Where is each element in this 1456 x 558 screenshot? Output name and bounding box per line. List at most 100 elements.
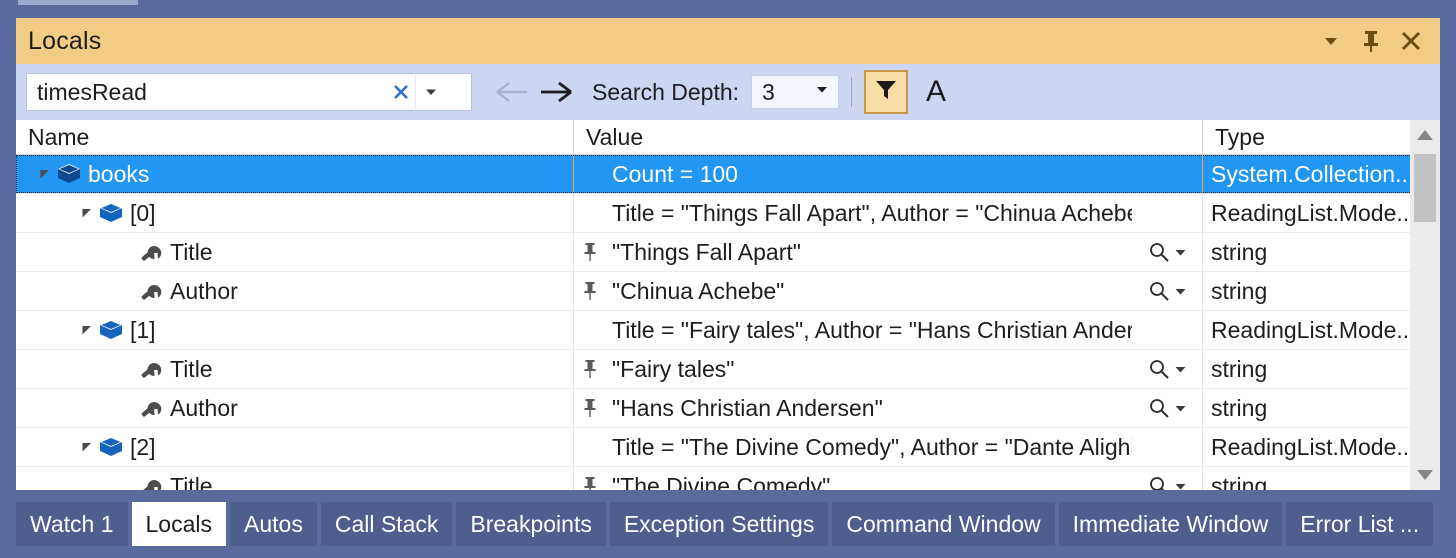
cell-value[interactable]: "Fairy tales" (573, 350, 1202, 388)
table-row[interactable]: [1] Title = "Fairy tales", Author = "Hans… (16, 311, 1440, 350)
cell-value[interactable]: Title = "The Divine Comedy", Author = "D… (573, 428, 1202, 466)
variable-value-label: "The Divine Comedy" (612, 472, 831, 491)
tab-watch-1[interactable]: Watch 1 (16, 502, 128, 546)
search-options-chevron-down-icon[interactable] (415, 74, 445, 110)
cell-value[interactable]: "Things Fall Apart" (573, 233, 1202, 271)
variable-type-label: ReadingList.Mode... (1211, 199, 1412, 226)
title-bar-buttons (1316, 26, 1440, 56)
cell-value[interactable]: "Hans Christian Andersen" (573, 389, 1202, 427)
table-row[interactable]: [0] Title = "Things Fall Apart", Author =… (16, 194, 1440, 233)
variables-grid: Name Value Type books Count = 100 System.C… (16, 120, 1440, 490)
node-icon-wrap (138, 475, 164, 490)
window-menu-button[interactable] (1316, 26, 1346, 56)
variable-type-label: string (1211, 355, 1268, 382)
wrench-icon (139, 241, 163, 263)
tab-autos[interactable]: Autos (230, 502, 317, 546)
node-icon-wrap (98, 319, 124, 341)
pin-icon (583, 281, 597, 301)
row-expander-expanded-icon[interactable] (34, 167, 56, 181)
cell-name[interactable]: [2] (16, 428, 573, 466)
table-row[interactable]: Title "Fairy tales" string (16, 350, 1440, 389)
object-box-icon (99, 319, 123, 341)
cell-value[interactable]: Count = 100 (573, 155, 1202, 193)
table-row[interactable]: Title "The Divine Comedy" string (16, 467, 1440, 490)
value-visualizer-tools[interactable] (1132, 358, 1202, 380)
variable-name-label: [2] (130, 433, 156, 460)
variable-value-label: Title = "The Divine Comedy", Author = "D… (612, 433, 1132, 460)
vertical-scrollbar[interactable] (1410, 120, 1440, 490)
pin-to-source-icon[interactable] (574, 359, 606, 379)
table-row[interactable]: Title "Things Fall Apart" string (16, 233, 1440, 272)
search-depth-select[interactable]: 3 (751, 75, 840, 109)
cell-name[interactable]: [1] (16, 311, 573, 349)
variable-value-label: Title = "Fairy tales", Author = "Hans Ch… (612, 316, 1132, 343)
page-title: Locals (28, 26, 102, 55)
tab-breakpoints[interactable]: Breakpoints (456, 502, 606, 546)
clear-x-icon[interactable] (387, 74, 415, 110)
chevron-down-icon (815, 83, 829, 102)
cell-type: System.Collection... (1202, 155, 1412, 193)
variable-value-label: Count = 100 (612, 160, 738, 187)
tab-locals[interactable]: Locals (131, 502, 226, 546)
tab-call-stack[interactable]: Call Stack (320, 502, 453, 546)
pin-to-source-icon[interactable] (574, 281, 606, 301)
cell-name[interactable]: books (16, 155, 573, 193)
variable-value-label: "Hans Christian Andersen" (612, 394, 883, 421)
column-header-value[interactable]: Value (573, 120, 1202, 154)
scroll-down-arrow-icon[interactable] (1410, 460, 1440, 490)
filter-toggle-button[interactable] (864, 70, 909, 114)
tab-error-list[interactable]: Error List ... (1286, 502, 1434, 546)
tab-command-window[interactable]: Command Window (832, 502, 1055, 546)
tab-exception-settings[interactable]: Exception Settings (609, 502, 829, 546)
search-previous-arrow-left-icon[interactable] (490, 72, 534, 112)
cell-name[interactable]: Title (16, 467, 573, 490)
value-visualizer-tools[interactable] (1132, 241, 1202, 263)
cell-name[interactable]: Author (16, 272, 573, 310)
pin-window-button[interactable] (1356, 26, 1386, 56)
cell-value[interactable]: Title = "Things Fall Apart", Author = "C… (573, 194, 1202, 232)
scrollbar-thumb[interactable] (1414, 154, 1436, 222)
cell-value[interactable]: Title = "Fairy tales", Author = "Hans Ch… (573, 311, 1202, 349)
cell-value[interactable]: "Chinua Achebe" (573, 272, 1202, 310)
cell-type: string (1202, 467, 1412, 490)
variable-name-label: Title (170, 238, 213, 265)
search-input[interactable] (27, 74, 387, 110)
table-row[interactable]: Author "Hans Christian Andersen" string (16, 389, 1440, 428)
variable-type-label: System.Collection... (1211, 160, 1412, 187)
table-row[interactable]: [2] Title = "The Divine Comedy", Author =… (16, 428, 1440, 467)
cell-value[interactable]: "The Divine Comedy" (573, 467, 1202, 490)
value-visualizer-tools[interactable] (1132, 397, 1202, 419)
cell-name[interactable]: Author (16, 389, 573, 427)
pin-to-source-icon[interactable] (574, 398, 606, 418)
table-row[interactable]: Author "Chinua Achebe" string (16, 272, 1440, 311)
table-row[interactable]: books Count = 100 System.Collection... (16, 155, 1440, 194)
value-visualizer-tools[interactable] (1132, 475, 1202, 490)
cell-name[interactable]: Title (16, 233, 573, 271)
expander-expanded-icon (80, 440, 94, 454)
cell-name[interactable]: [0] (16, 194, 573, 232)
row-expander-expanded-icon[interactable] (76, 440, 98, 454)
column-header-name[interactable]: Name (16, 120, 573, 154)
object-box-icon (99, 202, 123, 224)
close-window-button[interactable] (1396, 26, 1426, 56)
search-next-arrow-right-icon[interactable] (534, 72, 578, 112)
value-visualizer-tools[interactable] (1132, 280, 1202, 302)
node-icon-wrap (98, 202, 124, 224)
row-expander-expanded-icon[interactable] (76, 206, 98, 220)
pin-to-source-icon[interactable] (574, 242, 606, 262)
tab-immediate-window[interactable]: Immediate Window (1058, 502, 1283, 546)
funnel-icon (874, 78, 898, 107)
search-box[interactable] (26, 73, 472, 111)
pin-to-source-icon[interactable] (574, 476, 606, 490)
variable-value-label: "Chinua Achebe" (612, 277, 785, 304)
row-expander-expanded-icon[interactable] (76, 323, 98, 337)
cell-name[interactable]: Title (16, 350, 573, 388)
node-icon-wrap (56, 163, 82, 185)
variable-type-label: string (1211, 394, 1268, 421)
variable-type-label: string (1211, 277, 1268, 304)
column-header-type[interactable]: Type (1202, 120, 1412, 154)
match-case-button[interactable]: A (916, 72, 956, 112)
variable-name-label: Title (170, 355, 213, 382)
variable-type-label: string (1211, 238, 1268, 265)
scroll-up-arrow-icon[interactable] (1410, 120, 1440, 150)
